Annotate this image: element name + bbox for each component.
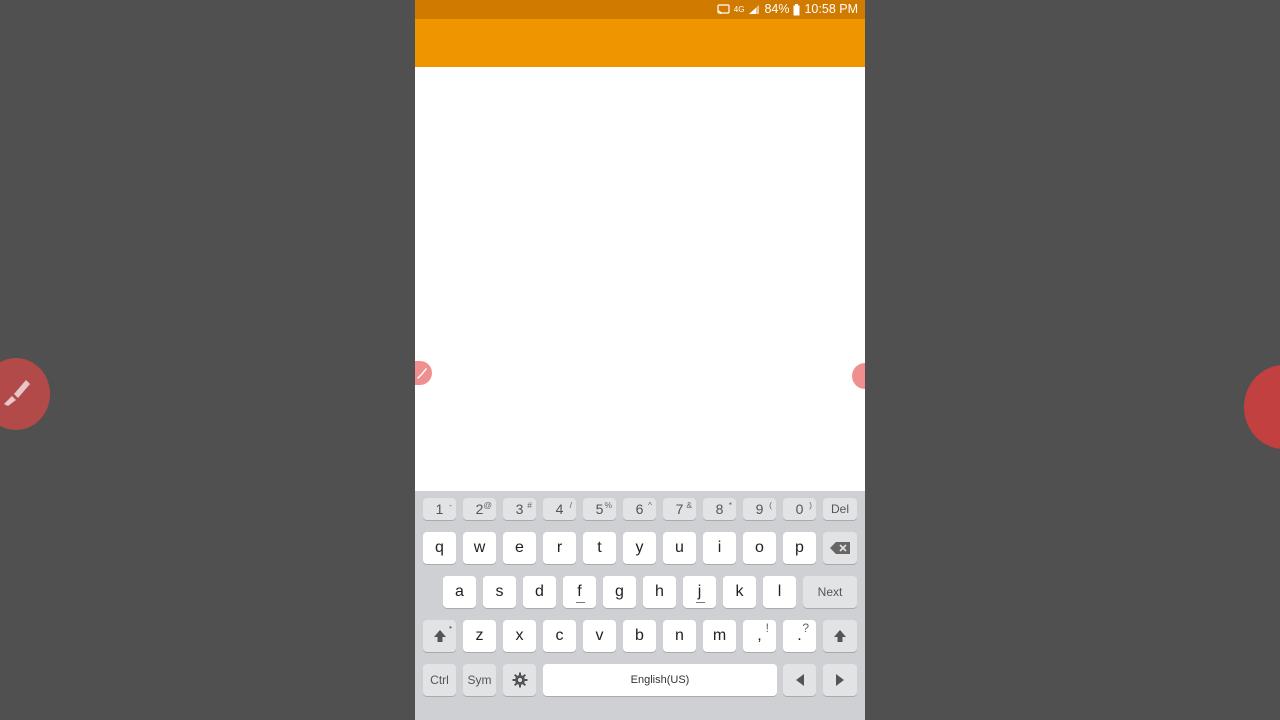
signal-icon bbox=[749, 5, 760, 14]
blurred-edit-fab-right bbox=[1244, 365, 1280, 449]
key-6[interactable]: 6 ^ bbox=[623, 498, 656, 520]
cursor-left-key[interactable] bbox=[783, 664, 816, 696]
key-w[interactable]: w bbox=[463, 532, 496, 564]
backspace-icon bbox=[830, 542, 850, 554]
shift-arrow-icon bbox=[834, 630, 846, 642]
key-2[interactable]: 2 @ bbox=[463, 498, 496, 520]
key-0[interactable]: 0) bbox=[783, 498, 816, 520]
on-screen-keyboard: 1- 2 @ 3 # 4/ 5% 6 ^ 7 & 8 * 9( 0) Del q w e … bbox=[415, 491, 865, 720]
key-5[interactable]: 5% bbox=[583, 498, 616, 520]
shift-arrow-icon bbox=[433, 630, 446, 642]
key-h[interactable]: h bbox=[643, 576, 676, 608]
key-l[interactable]: l bbox=[763, 576, 796, 608]
ctrl-key[interactable]: Ctrl bbox=[423, 664, 456, 696]
key-comma[interactable]: ,! bbox=[743, 620, 776, 652]
key-u[interactable]: u bbox=[663, 532, 696, 564]
key-g[interactable]: g bbox=[603, 576, 636, 608]
space-key[interactable]: English(US) bbox=[543, 664, 777, 696]
backspace-key[interactable] bbox=[823, 532, 857, 564]
key-1[interactable]: 1- bbox=[423, 498, 456, 520]
key-d[interactable]: d bbox=[523, 576, 556, 608]
key-v[interactable]: v bbox=[583, 620, 616, 652]
arrow-left-icon bbox=[795, 674, 804, 686]
home-key-marker bbox=[575, 602, 585, 603]
key-4[interactable]: 4/ bbox=[543, 498, 576, 520]
edit-fab-left[interactable] bbox=[415, 361, 432, 385]
key-t[interactable]: t bbox=[583, 532, 616, 564]
screen-backdrop: 4G 84% 10:58 PM 1 - 2 @ 3 # 4 / 5 % 6 ^ … bbox=[0, 0, 1280, 720]
sym-key[interactable]: Sym bbox=[463, 664, 496, 696]
cast-icon bbox=[717, 4, 730, 15]
key-r[interactable]: r bbox=[543, 532, 576, 564]
key-q[interactable]: q bbox=[423, 532, 456, 564]
settings-key[interactable] bbox=[503, 664, 536, 696]
shift-indicator: • bbox=[449, 622, 452, 632]
key-j[interactable]: j bbox=[683, 576, 716, 608]
arrow-right-icon bbox=[836, 674, 844, 686]
battery-icon bbox=[793, 3, 800, 15]
key-z[interactable]: z bbox=[463, 620, 496, 652]
key-p[interactable]: p bbox=[783, 532, 816, 564]
key-m[interactable]: m bbox=[703, 620, 736, 652]
key-f[interactable]: f bbox=[563, 576, 596, 608]
cursor-right-key[interactable] bbox=[823, 664, 857, 696]
key-s[interactable]: s bbox=[483, 576, 516, 608]
text-input-area[interactable] bbox=[415, 67, 865, 491]
key-k[interactable]: k bbox=[723, 576, 756, 608]
key-y[interactable]: y bbox=[623, 532, 656, 564]
blurred-edit-fab-left bbox=[0, 358, 50, 430]
key-n[interactable]: n bbox=[663, 620, 696, 652]
key-o[interactable]: o bbox=[743, 532, 776, 564]
key-x[interactable]: x bbox=[503, 620, 536, 652]
brush-icon bbox=[417, 368, 427, 379]
gear-icon bbox=[512, 672, 527, 688]
shift-key-right[interactable] bbox=[823, 620, 857, 652]
del-key[interactable]: Del bbox=[823, 498, 857, 520]
key-e[interactable]: e bbox=[503, 532, 536, 564]
next-key[interactable]: Next bbox=[803, 576, 857, 608]
phone-screen: 4G 84% 10:58 PM 1 - 2 @ 3 # 4 / 5 % 6 ^ … bbox=[415, 0, 865, 720]
key-c[interactable]: c bbox=[543, 620, 576, 652]
home-key-marker bbox=[695, 602, 705, 603]
key-a[interactable]: a bbox=[443, 576, 476, 608]
key-period[interactable]: .? bbox=[783, 620, 816, 652]
battery-percent: 84% bbox=[764, 2, 790, 16]
key-3[interactable]: 3 # bbox=[503, 498, 536, 520]
key-7[interactable]: 7 & bbox=[663, 498, 696, 520]
network-label: 4G bbox=[733, 5, 745, 14]
key-8[interactable]: 8 * bbox=[703, 498, 736, 520]
key-b[interactable]: b bbox=[623, 620, 656, 652]
clock: 10:58 PM bbox=[804, 2, 858, 16]
brush-icon bbox=[4, 380, 30, 406]
shift-key[interactable]: • bbox=[423, 620, 456, 652]
status-bar: 4G 84% 10:58 PM bbox=[415, 0, 865, 19]
app-bar bbox=[415, 19, 865, 67]
key-i[interactable]: i bbox=[703, 532, 736, 564]
key-9[interactable]: 9( bbox=[743, 498, 776, 520]
